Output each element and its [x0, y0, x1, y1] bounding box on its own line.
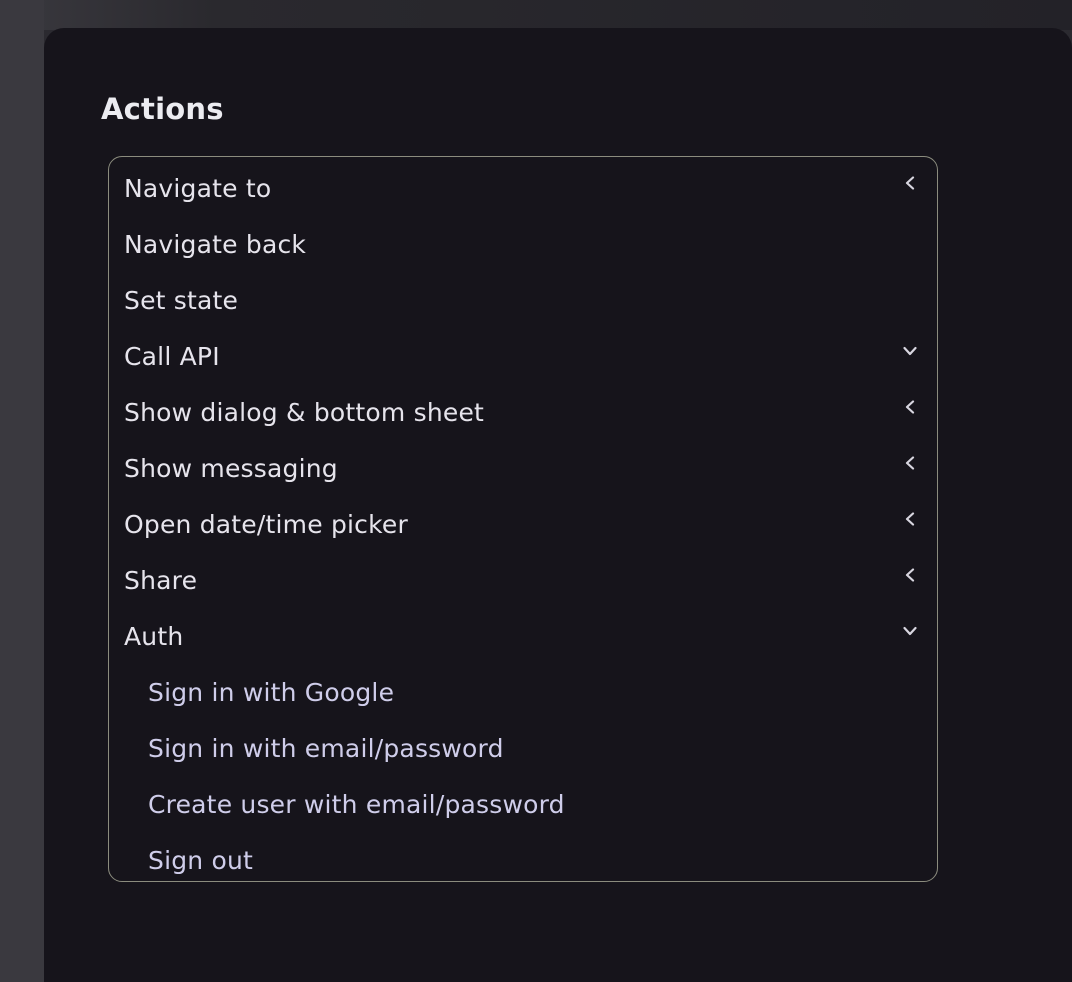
panel-title: Actions	[101, 92, 224, 126]
chevron-down-icon	[903, 624, 917, 638]
backdrop-left	[0, 0, 44, 982]
menu-item-label: Navigate back	[124, 229, 307, 259]
menu-item-label: Sign in with email/password	[148, 733, 504, 763]
menu-item-label: Navigate to	[124, 173, 272, 203]
menu-item-label: Show dialog & bottom sheet	[124, 397, 485, 427]
menu-item-navigate-back[interactable]: Navigate back	[109, 216, 937, 272]
menu-item-label: Sign in with Google	[148, 677, 395, 707]
menu-item-call-api[interactable]: Call API	[109, 328, 937, 384]
menu-item-share[interactable]: Share	[109, 552, 937, 608]
menu-item-label: Auth	[124, 621, 184, 651]
menu-item-show-messaging[interactable]: Show messaging	[109, 440, 937, 496]
menu-item-show-dialog[interactable]: Show dialog & bottom sheet	[109, 384, 937, 440]
menu-item-set-state[interactable]: Set state	[109, 272, 937, 328]
chevron-left-icon	[903, 512, 917, 526]
chevron-down-icon	[903, 344, 917, 358]
chevron-left-icon	[903, 568, 917, 582]
menu-item-auth[interactable]: Auth	[109, 608, 937, 664]
chevron-left-icon	[903, 400, 917, 414]
menu-item-label: Sign out	[148, 845, 254, 875]
menu-item-navigate-to[interactable]: Navigate to	[109, 160, 937, 216]
actions-panel: Actions Navigate to Navigate back Set st…	[44, 28, 1072, 982]
chevron-left-icon	[903, 176, 917, 190]
menu-item-label: Call API	[124, 341, 220, 371]
menu-item-label: Open date/time picker	[124, 509, 408, 539]
actions-menu: Navigate to Navigate back Set state Call…	[108, 156, 938, 882]
backdrop-top	[0, 0, 1072, 30]
menu-item-label: Create user with email/password	[148, 789, 565, 819]
menu-item-sign-in-email[interactable]: Sign in with email/password	[109, 720, 937, 776]
menu-item-open-date-time-picker[interactable]: Open date/time picker	[109, 496, 937, 552]
menu-item-label: Set state	[124, 285, 239, 315]
menu-item-label: Share	[124, 565, 198, 595]
menu-item-sign-out[interactable]: Sign out	[109, 832, 937, 881]
chevron-left-icon	[903, 456, 917, 470]
menu-item-create-user-email[interactable]: Create user with email/password	[109, 776, 937, 832]
menu-item-sign-in-google[interactable]: Sign in with Google	[109, 664, 937, 720]
menu-item-label: Show messaging	[124, 453, 338, 483]
